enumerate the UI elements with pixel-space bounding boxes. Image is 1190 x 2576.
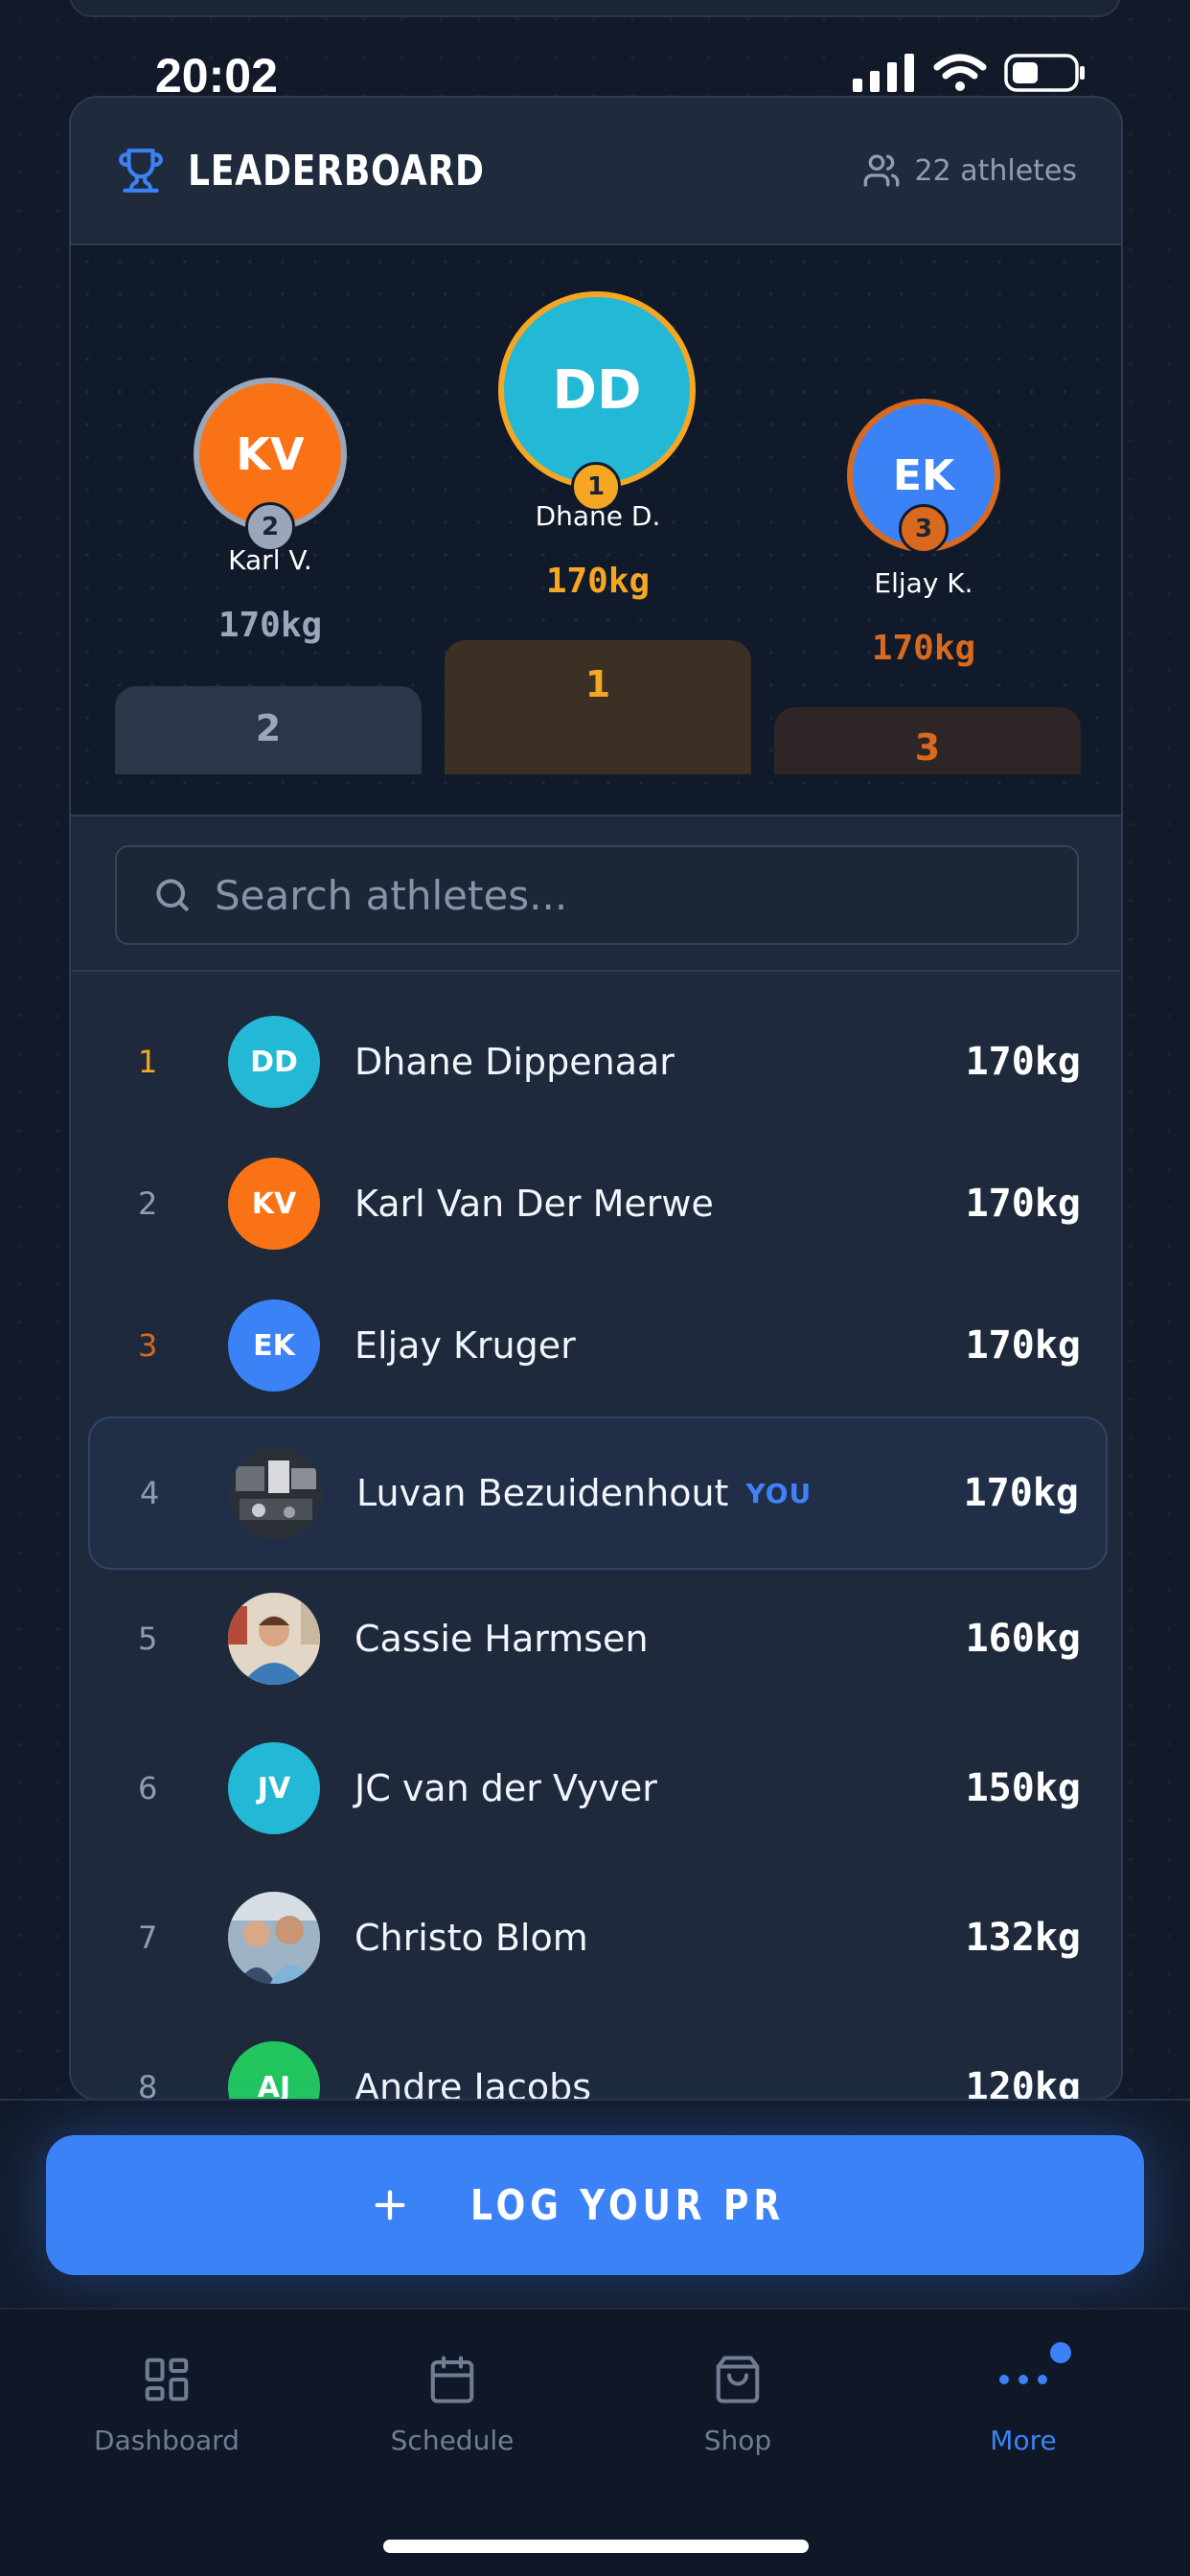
podium-name-3: Eljay K. bbox=[874, 567, 973, 599]
search-input[interactable]: Search athletes... bbox=[115, 845, 1079, 945]
dashboard-icon bbox=[145, 2358, 189, 2402]
athlete-value: 160kg bbox=[965, 1617, 1081, 1661]
row-rank: 3 bbox=[138, 1327, 158, 1364]
podium-block-1: 1 bbox=[445, 640, 751, 774]
athlete-value: 170kg bbox=[965, 1182, 1081, 1226]
table-row[interactable]: 1 DD Dhane Dippenaar 170kg bbox=[71, 997, 1121, 1127]
athlete-value: 170kg bbox=[963, 1471, 1079, 1515]
athlete-value: 150kg bbox=[965, 1766, 1081, 1810]
podium-value-3: 170kg bbox=[871, 629, 976, 668]
athlete-count-label: 22 athletes bbox=[914, 153, 1077, 188]
avatar: JV bbox=[228, 1742, 320, 1834]
page-title: LEADERBOARD bbox=[188, 146, 485, 196]
avatar: DD bbox=[228, 1016, 320, 1108]
nav-label: Schedule bbox=[390, 2425, 515, 2456]
notification-dot bbox=[1050, 2342, 1071, 2363]
log-pr-label: LOG YOUR PR bbox=[469, 2180, 786, 2230]
row-rank: 6 bbox=[138, 1770, 158, 1806]
trophy-icon bbox=[119, 149, 163, 193]
shopping-bag-icon bbox=[716, 2356, 760, 2404]
table-row-current-user[interactable]: 4 Luvan Bezuidenhout YOU 170kg bbox=[88, 1416, 1108, 1570]
rank-badge-3: 3 bbox=[899, 504, 949, 554]
row-rank: 1 bbox=[138, 1044, 158, 1080]
athlete-name: JC van der Vyver bbox=[355, 1767, 657, 1809]
podium-initials: DD bbox=[552, 358, 642, 422]
table-row[interactable]: 7 Christo Blom 132kg bbox=[71, 1873, 1121, 2003]
avatar-photo bbox=[230, 1447, 322, 1539]
podium-value-2: 170kg bbox=[217, 606, 323, 645]
you-badge: YOU bbox=[745, 1477, 812, 1509]
search-icon bbox=[156, 879, 189, 911]
status-icons bbox=[853, 54, 1087, 92]
wifi-icon bbox=[933, 54, 987, 91]
nav-label: More bbox=[990, 2425, 1057, 2456]
athlete-count: 22 athletes bbox=[862, 151, 1077, 190]
nav-label: Shop bbox=[703, 2425, 772, 2456]
podium-name-2: Karl V. bbox=[228, 544, 312, 576]
profile-photo-icon bbox=[228, 1593, 320, 1685]
nav-label: Dashboard bbox=[94, 2425, 240, 2456]
row-rank: 5 bbox=[138, 1621, 158, 1657]
nav-more[interactable]: More bbox=[880, 2342, 1167, 2456]
podium-initials: KV bbox=[236, 428, 305, 480]
athlete-name: Andre Jacobs bbox=[355, 2066, 591, 2101]
nav-shop[interactable]: Shop bbox=[594, 2346, 881, 2456]
table-row[interactable]: 5 Cassie Harmsen 160kg bbox=[71, 1574, 1121, 1704]
log-pr-button[interactable]: LOG YOUR PR bbox=[46, 2135, 1144, 2275]
divider bbox=[71, 970, 1121, 972]
leaderboard-header: LEADERBOARD 22 athletes bbox=[71, 98, 1121, 245]
more-icon bbox=[999, 2375, 1047, 2384]
avatar-photo bbox=[228, 1892, 320, 1984]
athlete-value: 132kg bbox=[965, 1916, 1081, 1960]
home-indicator bbox=[383, 2540, 809, 2553]
users-icon bbox=[864, 154, 900, 187]
athlete-value: 120kg bbox=[965, 2065, 1081, 2101]
podium: KV 2 Karl V. 170kg 2 DD 1 Dhane D. 170kg… bbox=[71, 245, 1121, 816]
athlete-value: 170kg bbox=[965, 1040, 1081, 1084]
athlete-name: Eljay Kruger bbox=[355, 1324, 576, 1367]
profile-photo-icon bbox=[230, 1447, 322, 1539]
search-placeholder: Search athletes... bbox=[215, 871, 568, 919]
row-rank: 2 bbox=[138, 1185, 158, 1222]
athlete-name: Karl Van Der Merwe bbox=[355, 1183, 714, 1225]
podium-avatar-1[interactable]: DD bbox=[498, 291, 696, 489]
podium-block-2: 2 bbox=[115, 686, 422, 774]
row-rank: 7 bbox=[138, 1920, 158, 1956]
athlete-name: Christo Blom bbox=[355, 1917, 588, 1959]
calendar-icon bbox=[430, 2356, 474, 2404]
table-row[interactable]: 6 JV JC van der Vyver 150kg bbox=[71, 1723, 1121, 1853]
avatar-photo bbox=[228, 1593, 320, 1685]
table-row[interactable]: 2 KV Karl Van Der Merwe 170kg bbox=[71, 1138, 1121, 1269]
table-row[interactable]: 3 EK Eljay Kruger 170kg bbox=[71, 1280, 1121, 1411]
row-rank: 4 bbox=[140, 1475, 160, 1511]
athlete-name: Cassie Harmsen bbox=[355, 1618, 649, 1660]
previous-card-edge bbox=[69, 0, 1121, 17]
podium-initials: EK bbox=[892, 450, 955, 500]
avatar: EK bbox=[228, 1300, 320, 1392]
athlete-name: Luvan Bezuidenhout bbox=[356, 1472, 729, 1514]
nav-schedule[interactable]: Schedule bbox=[309, 2346, 596, 2456]
podium-value-1: 170kg bbox=[545, 562, 651, 601]
battery-icon bbox=[1004, 54, 1085, 92]
podium-block-3: 3 bbox=[774, 707, 1081, 774]
athlete-name: Dhane Dippenaar bbox=[355, 1041, 675, 1083]
athlete-value: 170kg bbox=[965, 1323, 1081, 1368]
profile-photo-icon bbox=[228, 1892, 320, 1984]
bottom-nav: Dashboard Schedule Shop More bbox=[0, 2308, 1190, 2576]
podium-name-1: Dhane D. bbox=[535, 500, 661, 532]
signal-icon bbox=[853, 54, 914, 92]
leaderboard-card: LEADERBOARD 22 athletes KV 2 Karl V. 170… bbox=[69, 96, 1123, 2101]
plus-icon bbox=[375, 2190, 405, 2220]
avatar: AJ bbox=[228, 2041, 320, 2099]
row-rank: 8 bbox=[138, 2069, 158, 2101]
avatar: KV bbox=[228, 1158, 320, 1250]
table-row[interactable]: 8 AJ Andre Jacobs 120kg bbox=[71, 2022, 1121, 2101]
nav-dashboard[interactable]: Dashboard bbox=[23, 2346, 310, 2456]
